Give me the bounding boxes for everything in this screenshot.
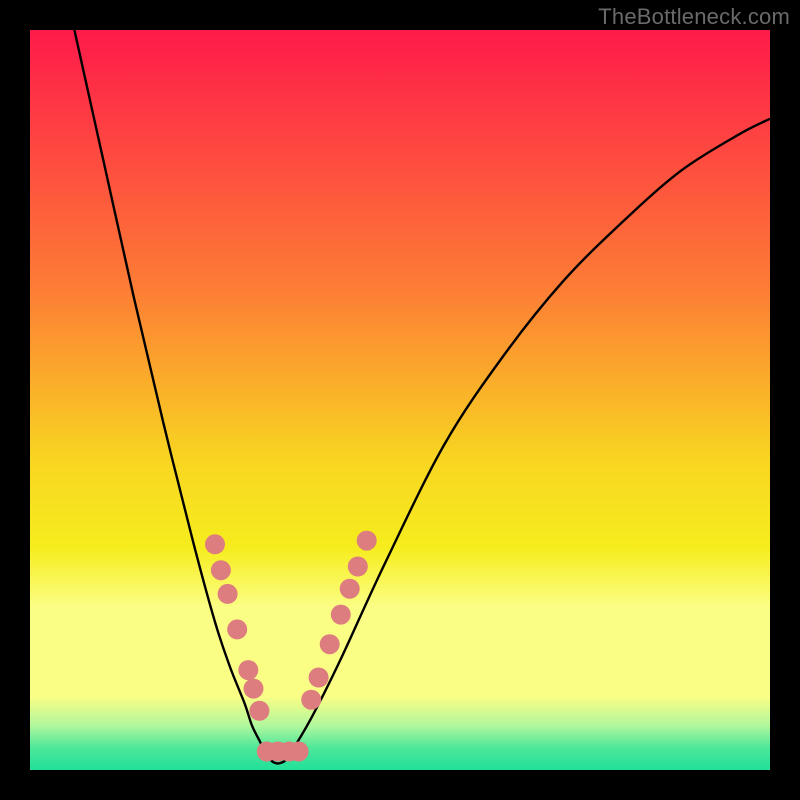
- data-marker: [289, 742, 309, 762]
- data-marker: [211, 560, 231, 580]
- chart-plot: [30, 30, 770, 770]
- data-marker: [340, 579, 360, 599]
- chart-frame: [30, 30, 770, 770]
- data-marker: [227, 619, 247, 639]
- data-marker: [348, 557, 368, 577]
- data-marker: [218, 584, 238, 604]
- watermark-text: TheBottleneck.com: [598, 4, 790, 30]
- data-marker: [244, 679, 264, 699]
- data-marker: [309, 668, 329, 688]
- data-marker: [301, 690, 321, 710]
- data-marker: [205, 534, 225, 554]
- data-marker: [238, 660, 258, 680]
- data-marker: [320, 634, 340, 654]
- data-marker: [331, 605, 351, 625]
- data-marker: [249, 701, 269, 721]
- curve-line: [74, 30, 770, 764]
- curve-markers: [205, 531, 377, 762]
- data-marker: [357, 531, 377, 551]
